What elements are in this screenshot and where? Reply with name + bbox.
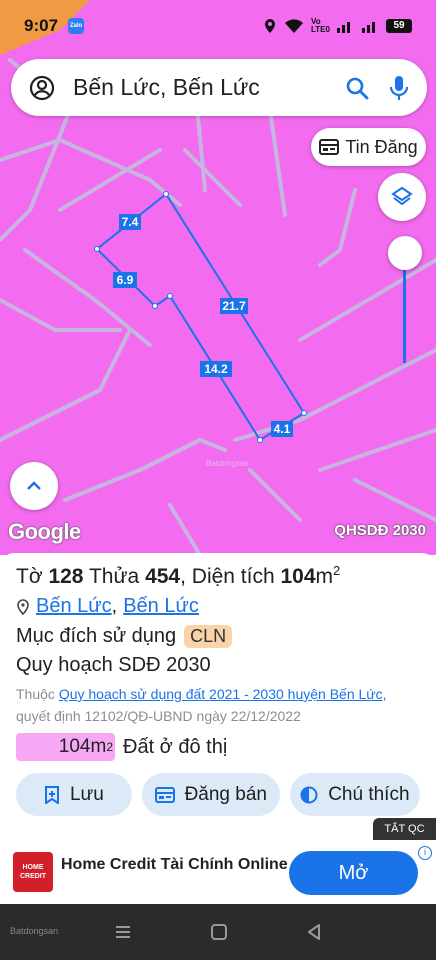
logo-line-2: CREDIT [19, 873, 47, 880]
status-icons: Vo LTE0 59 [263, 18, 412, 34]
legend-label: Chú thích [328, 783, 410, 805]
tin-dang-label: Tin Đăng [345, 136, 418, 157]
google-logo: Google [8, 519, 81, 544]
close-ads-button[interactable]: TẮT QC [373, 818, 436, 840]
ad-banner[interactable]: HOME CREDIT Home Credit Tài Chính Online… [0, 840, 436, 904]
signal-icon [362, 22, 375, 33]
location-pin-icon [17, 598, 29, 615]
post-for-sale-button[interactable]: Đăng bán [141, 773, 280, 816]
action-buttons: Lưu Đăng bán Chú thích [16, 773, 420, 816]
dim-label: 7.4 [122, 215, 139, 229]
purpose-row: Mục đích sử dụng CLN [16, 625, 420, 648]
lot-title: Tờ 128 Thửa 454, Diện tích 104m2 [16, 563, 420, 589]
listing-icon [319, 139, 340, 155]
opacity-slider-track[interactable] [403, 268, 406, 363]
purpose-badge: CLN [184, 625, 233, 648]
opacity-slider-handle[interactable] [388, 236, 422, 270]
area-unit-sup: 2 [333, 563, 341, 578]
home-icon[interactable] [210, 923, 228, 941]
chevron-up-icon [27, 481, 41, 490]
map-view[interactable]: 7.4 6.9 21.7 14.2 4.1 Batdongsan 9:07 Za… [0, 0, 436, 555]
post-label: Đăng bán [184, 783, 267, 805]
thua-value: 454 [145, 565, 181, 588]
to-value: 128 [48, 565, 84, 588]
back-icon[interactable] [306, 923, 322, 941]
zoning-area-chip: 104m 2 [16, 733, 115, 761]
dim-label: 14.2 [204, 362, 228, 376]
dim-label: 6.9 [117, 273, 134, 287]
zoning-area-value: 104m [58, 736, 107, 757]
bookmark-add-icon [44, 785, 59, 804]
source-prefix: Thuộc [16, 686, 55, 702]
legend-button[interactable]: Chú thích [289, 773, 420, 816]
plan-source-link[interactable]: Quy hoạch sử dụng đất 2021 - 2030 huyện … [59, 686, 387, 702]
signal-icon [337, 22, 350, 33]
location-row: Bến Lức, Bến Lức [16, 595, 420, 618]
ad-info-icon[interactable]: i [418, 846, 432, 860]
parcel-boundary[interactable] [95, 192, 306, 442]
nav-brand: Batdongsan [10, 926, 59, 936]
location-pin-icon [265, 19, 275, 33]
layers-icon [391, 186, 413, 206]
layers-button[interactable] [378, 173, 426, 221]
search-input[interactable]: Bến Lức, Bến Lức [73, 74, 345, 101]
to-label: Tờ [16, 565, 43, 588]
zoning-label: Đất ở đô thị [123, 735, 228, 758]
watermark: Batdongsan [206, 459, 249, 468]
contrast-icon [300, 786, 318, 803]
system-nav-bar: Batdongsan [0, 904, 436, 960]
account-icon[interactable] [29, 75, 55, 101]
zalo-icon: Zalo [68, 18, 85, 34]
battery-indicator: 59 [386, 19, 412, 33]
layer-name: QHSDĐ 2030 [334, 522, 426, 539]
area-label: , Diện tích [180, 565, 275, 588]
tin-dang-button[interactable]: Tin Đăng [311, 128, 426, 166]
location-link-district[interactable]: Bến Lức [36, 595, 112, 618]
expand-panel-button[interactable] [10, 462, 58, 510]
logo-line-1: HOME [22, 864, 44, 871]
purpose-label: Mục đích sử dụng [16, 625, 177, 647]
ad-open-button[interactable]: Mở [289, 851, 418, 895]
area-value: 104 [280, 565, 316, 588]
plan-decision: quyết định 12102/QĐ-UBND ngày 22/12/2022 [16, 708, 301, 724]
ad-title: Home Credit Tài Chính Online [61, 856, 288, 873]
plan-source: Thuộc Quy hoạch sử dụng đất 2021 - 2030 … [16, 683, 420, 727]
area-unit: m [315, 565, 334, 588]
dim-label: 4.1 [274, 422, 291, 436]
listing-icon [154, 786, 175, 803]
wifi-icon [285, 19, 303, 33]
status-bar: 9:07 Zalo Vo LTE0 59 [0, 0, 436, 52]
save-button[interactable]: Lưu [16, 773, 132, 816]
search-icon[interactable] [345, 76, 369, 100]
network-label: Vo LTE0 [311, 17, 330, 34]
thua-label: Thửa [88, 565, 140, 588]
parcel-info-panel: Tờ 128 Thửa 454, Diện tích 104m2 Bến Lức… [0, 553, 436, 841]
location-link-ward[interactable]: Bến Lức [123, 595, 199, 618]
microphone-icon[interactable] [389, 75, 409, 101]
search-bar[interactable]: Bến Lức, Bến Lức [11, 59, 427, 116]
dim-label: 21.7 [222, 299, 246, 313]
plan-title: Quy hoạch SDĐ 2030 [16, 654, 211, 676]
status-time: 9:07 [24, 16, 59, 35]
zoning-row: 104m 2 Đất ở đô thị [16, 733, 420, 761]
zoning-area-sup: 2 [106, 740, 113, 754]
location-separator: , [111, 595, 118, 617]
recent-apps-icon[interactable] [114, 924, 132, 940]
save-label: Lưu [69, 783, 104, 805]
advertiser-logo: HOME CREDIT [13, 852, 53, 892]
